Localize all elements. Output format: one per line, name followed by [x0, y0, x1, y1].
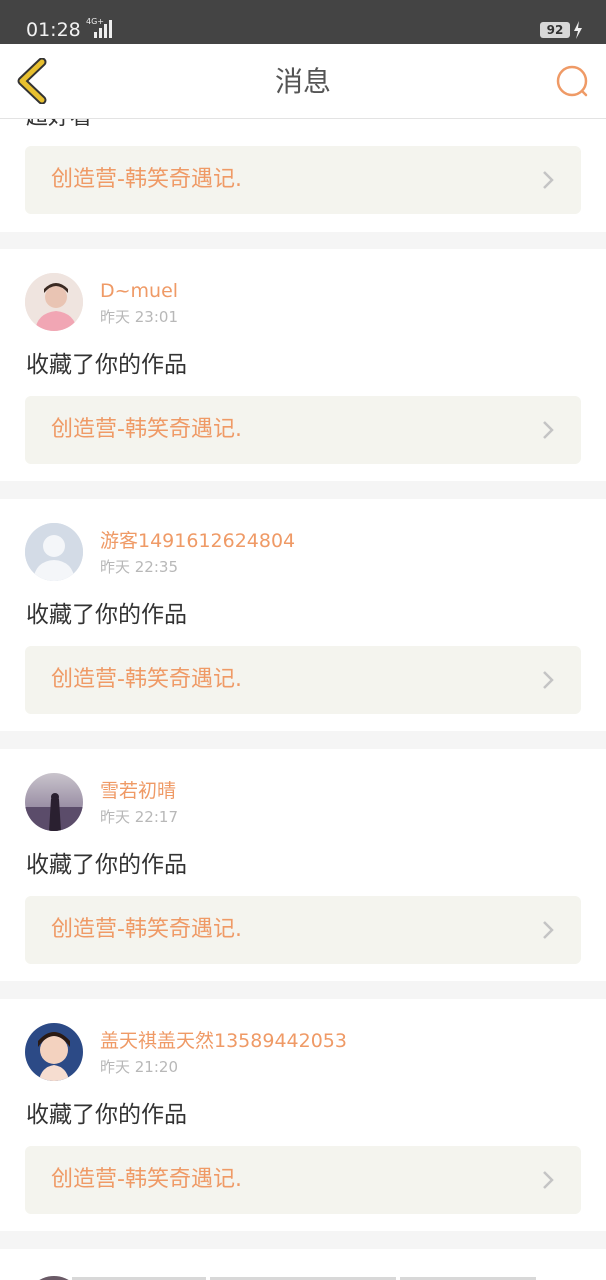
- user-name[interactable]: 盖天祺盖天然13589442053: [100, 1028, 347, 1054]
- search-icon: [556, 65, 588, 97]
- network-type: 4G+: [86, 17, 104, 26]
- user-name[interactable]: 雪若初晴: [100, 778, 176, 804]
- avatar[interactable]: [25, 523, 83, 581]
- chevron-right-icon: [543, 171, 554, 189]
- work-title: 创造营-韩笑奇遇记.: [51, 917, 242, 942]
- avatar[interactable]: [25, 773, 83, 831]
- message-text: 超好看: [26, 119, 92, 133]
- message-card: [0, 1249, 606, 1280]
- status-time: 01:28: [26, 19, 81, 41]
- default-avatar-icon: [25, 523, 83, 581]
- work-link[interactable]: 创造营-韩笑奇遇记.: [25, 896, 581, 964]
- message-text: 收藏了你的作品: [26, 852, 187, 878]
- message-card: 超好看 创造营-韩笑奇遇记.: [0, 119, 606, 232]
- header: 消息: [0, 44, 606, 119]
- avatar[interactable]: [25, 273, 83, 331]
- message-card[interactable]: 盖天祺盖天然13589442053 昨天 21:20 收藏了你的作品 创造营-韩…: [0, 999, 606, 1231]
- search-button[interactable]: [552, 62, 592, 102]
- user-name[interactable]: D~muel: [100, 278, 178, 304]
- message-text: 收藏了你的作品: [26, 1102, 187, 1128]
- avatar[interactable]: [25, 1023, 83, 1081]
- message-card[interactable]: 游客1491612624804 昨天 22:35 收藏了你的作品 创造营-韩笑奇…: [0, 499, 606, 731]
- message-list: 超好看 创造营-韩笑奇遇记. D~muel 昨天 23:01 收藏了你的作品 创…: [0, 119, 606, 1280]
- message-card[interactable]: D~muel 昨天 23:01 收藏了你的作品 创造营-韩笑奇遇记.: [0, 249, 606, 481]
- message-time: 昨天 22:17: [100, 808, 178, 826]
- charging-icon: [573, 21, 583, 39]
- page-title: 消息: [274, 65, 331, 98]
- chevron-right-icon: [543, 671, 554, 689]
- work-title: 创造营-韩笑奇遇记.: [51, 167, 242, 192]
- partial-avatar: [39, 1276, 536, 1280]
- message-time: 昨天 22:35: [100, 558, 178, 576]
- battery-icon: 92: [540, 22, 570, 38]
- message-card[interactable]: 雪若初晴 昨天 22:17 收藏了你的作品 创造营-韩笑奇遇记.: [0, 749, 606, 981]
- work-title: 创造营-韩笑奇遇记.: [51, 1167, 242, 1192]
- work-title: 创造营-韩笑奇遇记.: [51, 667, 242, 692]
- work-link[interactable]: 创造营-韩笑奇遇记.: [25, 396, 581, 464]
- message-time: 昨天 23:01: [100, 308, 178, 326]
- user-name[interactable]: 游客1491612624804: [100, 528, 295, 554]
- chevron-right-icon: [543, 1171, 554, 1189]
- status-bar: 01:28 4G+ 92: [0, 0, 606, 44]
- chevron-right-icon: [543, 421, 554, 439]
- chevron-right-icon: [543, 921, 554, 939]
- work-title: 创造营-韩笑奇遇记.: [51, 417, 242, 442]
- message-text: 收藏了你的作品: [26, 352, 187, 378]
- message-text: 收藏了你的作品: [26, 602, 187, 628]
- work-link[interactable]: 创造营-韩笑奇遇记.: [25, 1146, 581, 1214]
- signal-icon: 4G+: [86, 17, 114, 40]
- message-time: 昨天 21:20: [100, 1058, 178, 1076]
- work-link[interactable]: 创造营-韩笑奇遇记.: [25, 646, 581, 714]
- work-link[interactable]: 创造营-韩笑奇遇记.: [25, 146, 581, 214]
